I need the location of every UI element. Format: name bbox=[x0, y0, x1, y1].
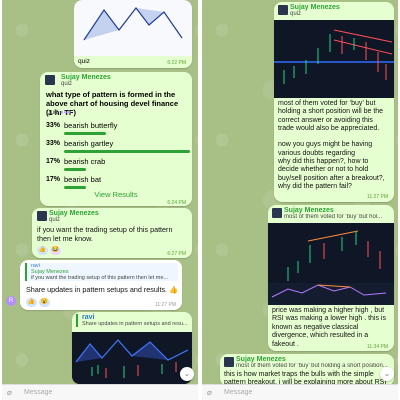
message-input[interactable]: Message bbox=[224, 389, 252, 396]
market-trap-message: Sujay Menezes most of them voted for ‘bu… bbox=[220, 354, 394, 386]
reply-label: most of them voted for ‘buy’ but hol... bbox=[284, 214, 383, 220]
ravi-reply-message: ravi Sujay Menezes if you want the tradi… bbox=[20, 260, 182, 310]
message-text: Share updates in pattern setups and resu… bbox=[26, 285, 178, 294]
reaction-surprised[interactable]: 😮 bbox=[39, 298, 50, 307]
reaction-thumbs-up[interactable]: 👍 bbox=[26, 298, 37, 307]
analysis-message: Sujay Menezes quiz most of them voted fo… bbox=[274, 2, 394, 202]
message-text: price was making a higher high , but RSI… bbox=[272, 307, 386, 348]
poll-meta: Quiz ●●● bbox=[46, 110, 71, 116]
poll-option[interactable]: 33% bearish butterfly bbox=[46, 121, 184, 136]
chart-image[interactable] bbox=[268, 223, 394, 305]
reply-thumbnail bbox=[278, 5, 288, 15]
poll-bar bbox=[64, 132, 106, 135]
avatar[interactable]: R bbox=[6, 296, 16, 306]
reply-label: most of them voted for ‘buy’ but holding… bbox=[236, 363, 388, 369]
message-time: 11:27 PM bbox=[154, 302, 176, 308]
message-time: 6:27 PM bbox=[167, 251, 186, 257]
poll-option[interactable]: 17% bearish crab bbox=[46, 157, 184, 172]
chart-image-message[interactable]: quiz 6:22 PM bbox=[74, 0, 192, 68]
scroll-down-button[interactable]: ⌄ bbox=[180, 367, 194, 381]
poll-bar bbox=[64, 150, 190, 153]
reply-thumbnail bbox=[224, 357, 234, 367]
attach-icon[interactable]: ⌀ bbox=[7, 388, 12, 397]
poll-bar bbox=[64, 186, 86, 189]
message-input-bar: ⌀ Message bbox=[202, 384, 398, 400]
message-time: 11:34 PM bbox=[366, 344, 388, 350]
sender-name[interactable]: ravi bbox=[82, 314, 188, 321]
poll-bar bbox=[64, 168, 86, 171]
reply-snippet: if you want the trading setup of this pa… bbox=[31, 275, 168, 281]
chart-image[interactable] bbox=[74, 0, 192, 56]
reply-label: quiz bbox=[61, 81, 73, 87]
message-input-bar: ⌀ Message bbox=[2, 384, 198, 400]
left-chat-pane: quiz 6:22 PM Sujay Menezes quiz what typ… bbox=[2, 0, 198, 400]
ravi-chart-message: ravi Share updates in pattern setups and… bbox=[72, 312, 192, 384]
reaction-thumbs-up[interactable]: 👍 bbox=[37, 246, 48, 255]
message-time: 6:22 PM bbox=[167, 60, 186, 66]
poll-option[interactable]: 17% bearish bat bbox=[46, 175, 184, 190]
right-chat-pane: Sujay Menezes quiz most of them voted fo… bbox=[202, 0, 398, 400]
chart-image[interactable] bbox=[72, 332, 192, 384]
sender-name[interactable]: Sujay Menezes bbox=[284, 207, 390, 214]
message-text: if you want the trading setup of this pa… bbox=[37, 225, 173, 243]
message-text: most of them voted for ‘buy’ but holding… bbox=[278, 100, 385, 190]
reactions[interactable]: 👍 😮 bbox=[26, 298, 50, 307]
rsi-message: Sujay Menezes most of them voted for ‘bu… bbox=[268, 205, 394, 351]
reply-thumbnail bbox=[45, 75, 55, 85]
image-caption: quiz bbox=[78, 58, 90, 65]
message-time: 6:24 PM bbox=[167, 200, 186, 206]
view-results-button[interactable]: View Results bbox=[40, 190, 192, 199]
poll-message: Sujay Menezes quiz what type of pattern … bbox=[40, 72, 192, 206]
reply-thumbnail bbox=[37, 211, 47, 221]
reply-label: quiz bbox=[49, 217, 61, 223]
reaction-laugh[interactable]: 😂 bbox=[50, 246, 61, 255]
chart-image[interactable] bbox=[274, 20, 394, 98]
trading-setup-message: Sujay Menezes quiz if you want the tradi… bbox=[32, 208, 192, 258]
reply-snippet: Share updates in pattern setups and resu… bbox=[82, 321, 188, 327]
reply-label: quiz bbox=[290, 11, 302, 17]
scroll-down-button[interactable]: ⌄ bbox=[380, 367, 394, 381]
poll-option-selected[interactable]: 33% bearish gartley bbox=[46, 139, 190, 154]
attach-icon[interactable]: ⌀ bbox=[207, 388, 212, 397]
sender-name[interactable]: Sujay Menezes bbox=[236, 356, 390, 363]
sender-name[interactable]: Sujay Menezes bbox=[290, 4, 340, 11]
reply-thumbnail bbox=[272, 208, 282, 218]
sender-name[interactable]: Sujay Menezes bbox=[49, 210, 99, 217]
reactions[interactable]: 👍 😂 bbox=[37, 246, 61, 255]
sender-name[interactable]: Sujay Menezes bbox=[61, 74, 111, 81]
message-time: 11:27 PM bbox=[366, 194, 388, 200]
message-input[interactable]: Message bbox=[24, 389, 52, 396]
